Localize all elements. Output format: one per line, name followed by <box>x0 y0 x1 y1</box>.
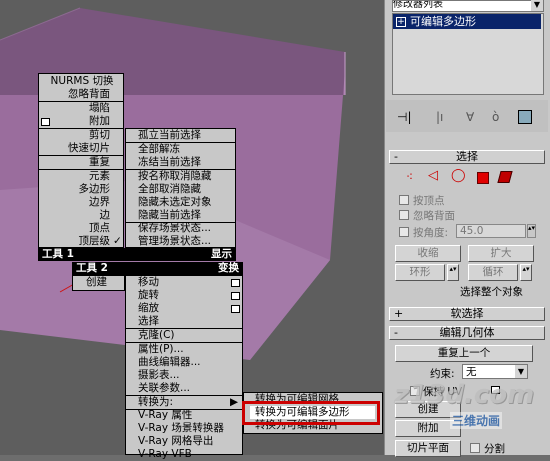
modifier-list-dropdown[interactable]: 修改器列表 <box>392 0 544 12</box>
preserve-uvs-label: 保持 UV <box>423 386 463 398</box>
ring-button[interactable]: 环形 <box>395 264 445 281</box>
angle-spinner[interactable]: ▴▾ <box>527 224 536 238</box>
ring-spinner[interactable]: ▴▾ <box>447 264 459 281</box>
expand-plus-icon: + <box>394 307 404 320</box>
preserve-uvs-checkbox[interactable] <box>410 386 420 396</box>
menu-item-collapse[interactable]: 塌陷 <box>44 102 110 115</box>
rollout-soft-selection-title: 软选择 <box>450 307 484 320</box>
loop-button[interactable]: 循环 <box>468 264 518 281</box>
edge-mode-icon[interactable]: ◁ <box>428 168 438 183</box>
split-checkbox[interactable] <box>470 443 480 453</box>
menu-item-attach[interactable]: 附加 <box>44 115 110 128</box>
modifier-stack-item-label: 可编辑多边形 <box>410 15 476 28</box>
menu-item-freeze-selection[interactable]: 冻结当前选择 <box>138 156 201 169</box>
quad-header-tools2: 工具 2 <box>72 262 125 275</box>
menu-item-properties[interactable]: 属性(P)... <box>138 343 184 356</box>
menu-item-unhide-by-name[interactable]: 按名称取消隐藏 <box>138 170 212 183</box>
configure-modifier-sets-icon[interactable] <box>518 110 532 124</box>
menu-item-rotate[interactable]: 旋转 <box>138 289 159 302</box>
menu-item-quick-slice[interactable]: 快速切片 <box>44 142 110 155</box>
split-label: 分割 <box>484 443 505 455</box>
highlight-rect <box>242 401 380 425</box>
menu-item-curve-editor[interactable]: 曲线编辑器... <box>138 356 201 369</box>
menu-item-convert-to[interactable]: 转换为: <box>138 396 173 409</box>
menu-item-hide-unselected[interactable]: 隐藏未选定对象 <box>138 196 212 209</box>
menu-item-clone[interactable]: 克隆(C) <box>138 329 175 342</box>
remove-modifier-icon[interactable]: ò <box>492 110 499 124</box>
menu-item-vray-mesh-export[interactable]: V-Ray 网格导出 <box>138 435 213 448</box>
move-settings-icon[interactable] <box>231 279 240 287</box>
checkmark-icon: ✓ <box>113 235 122 247</box>
menu-item-vray-properties[interactable]: V-Ray 属性 <box>138 409 192 422</box>
menu-item-element[interactable]: 元素 <box>44 170 110 183</box>
menu-item-border[interactable]: 边界 <box>44 196 110 209</box>
loop-spinner[interactable]: ▴▾ <box>520 264 532 281</box>
menu-item-vertex[interactable]: 顶点 <box>44 222 110 235</box>
angle-value-field[interactable]: 45.0 <box>456 224 526 238</box>
rollout-edit-geometry[interactable]: - 编辑几何体 <box>389 326 545 340</box>
rollout-selection[interactable]: - 选择 <box>389 150 545 164</box>
menu-item-manage-scene-state[interactable]: 管理场景状态... <box>138 235 211 248</box>
dropdown-arrow-icon[interactable]: ▼ <box>531 0 543 11</box>
pin-stack-icon[interactable]: ⊣| <box>397 110 412 124</box>
ignore-backfacing-label: 忽略背面 <box>413 210 455 222</box>
rollout-soft-selection[interactable]: + 软选择 <box>389 307 545 321</box>
quad-header-transform: 变换 <box>125 262 243 275</box>
create-button[interactable]: 创建 <box>395 401 461 418</box>
by-vertex-checkbox[interactable] <box>399 195 409 205</box>
rotate-settings-icon[interactable] <box>231 292 240 300</box>
submenu-arrow-icon: ▶ <box>230 396 239 408</box>
by-vertex-label: 按顶点 <box>413 195 445 207</box>
ignore-backfacing-checkbox[interactable] <box>399 210 409 220</box>
constraints-label: 约束: <box>430 368 455 380</box>
constraints-arrow-icon[interactable]: ▼ <box>515 365 527 378</box>
scale-settings-icon[interactable] <box>231 305 240 313</box>
by-angle-label: 按角度: <box>413 227 449 239</box>
menu-item-vray-scene-converter[interactable]: V-Ray 场景转换器 <box>138 422 224 435</box>
slice-plane-button[interactable]: 切片平面 <box>395 440 461 457</box>
attach-button[interactable]: 附加 <box>395 420 461 437</box>
grow-button[interactable]: 扩大 <box>468 245 534 262</box>
rollout-selection-title: 选择 <box>456 150 478 163</box>
expand-plus-icon[interactable]: + <box>396 17 406 27</box>
border-mode-icon[interactable]: ◯ <box>451 168 466 183</box>
menu-item-nurms[interactable]: NURMS 切换 <box>50 75 114 88</box>
menu-item-repeat[interactable]: 重复 <box>44 156 110 169</box>
menu-item-hide-selection[interactable]: 隐藏当前选择 <box>138 209 201 222</box>
menu-item-move[interactable]: 移动 <box>138 276 159 289</box>
menu-item-ignore-backfacing[interactable]: 忽略背面 <box>44 88 110 101</box>
shrink-button[interactable]: 收缩 <box>395 245 461 262</box>
menu-item-unhide-all[interactable]: 全部取消隐藏 <box>138 183 201 196</box>
settings-box-icon[interactable] <box>41 118 50 126</box>
menu-item-dope-sheet[interactable]: 摄影表... <box>138 369 180 382</box>
menu-item-cut[interactable]: 剪切 <box>44 129 110 142</box>
menu-item-isolate[interactable]: 孤立当前选择 <box>138 129 201 142</box>
menu-item-create[interactable]: 创建 <box>86 276 107 289</box>
menu-item-unfreeze-all[interactable]: 全部解冻 <box>138 143 180 156</box>
collapse-minus-icon: - <box>394 326 398 339</box>
quad-header-tools1: 工具 1 <box>38 248 125 261</box>
menu-item-scale[interactable]: 缩放 <box>138 302 159 315</box>
menu-item-select[interactable]: 选择 <box>138 315 159 328</box>
preserve-uvs-settings-icon[interactable] <box>491 386 500 394</box>
menu-item-wire-parameters[interactable]: 关联参数... <box>138 382 190 395</box>
selection-status-text: 选择整个对象 <box>460 286 523 298</box>
by-angle-checkbox[interactable] <box>399 227 409 237</box>
menu-item-edge[interactable]: 边 <box>44 209 111 222</box>
menu-item-top-level[interactable]: 顶层级 <box>40 235 111 248</box>
rollout-edit-geometry-title: 编辑几何体 <box>439 326 495 339</box>
menu-item-polygon[interactable]: 多边形 <box>44 183 111 196</box>
collapse-minus-icon: - <box>394 150 398 163</box>
polygon-mode-icon[interactable] <box>477 172 489 184</box>
quad-header-display: 显示 <box>125 248 236 261</box>
show-end-result-icon[interactable]: |ı <box>436 110 443 124</box>
repeat-last-button[interactable]: 重复上一个 <box>395 345 533 362</box>
vertex-mode-icon[interactable]: ⁖ <box>406 170 416 184</box>
menu-item-save-scene-state[interactable]: 保存场景状态... <box>138 222 211 235</box>
make-unique-icon[interactable]: ∀ <box>466 110 474 124</box>
